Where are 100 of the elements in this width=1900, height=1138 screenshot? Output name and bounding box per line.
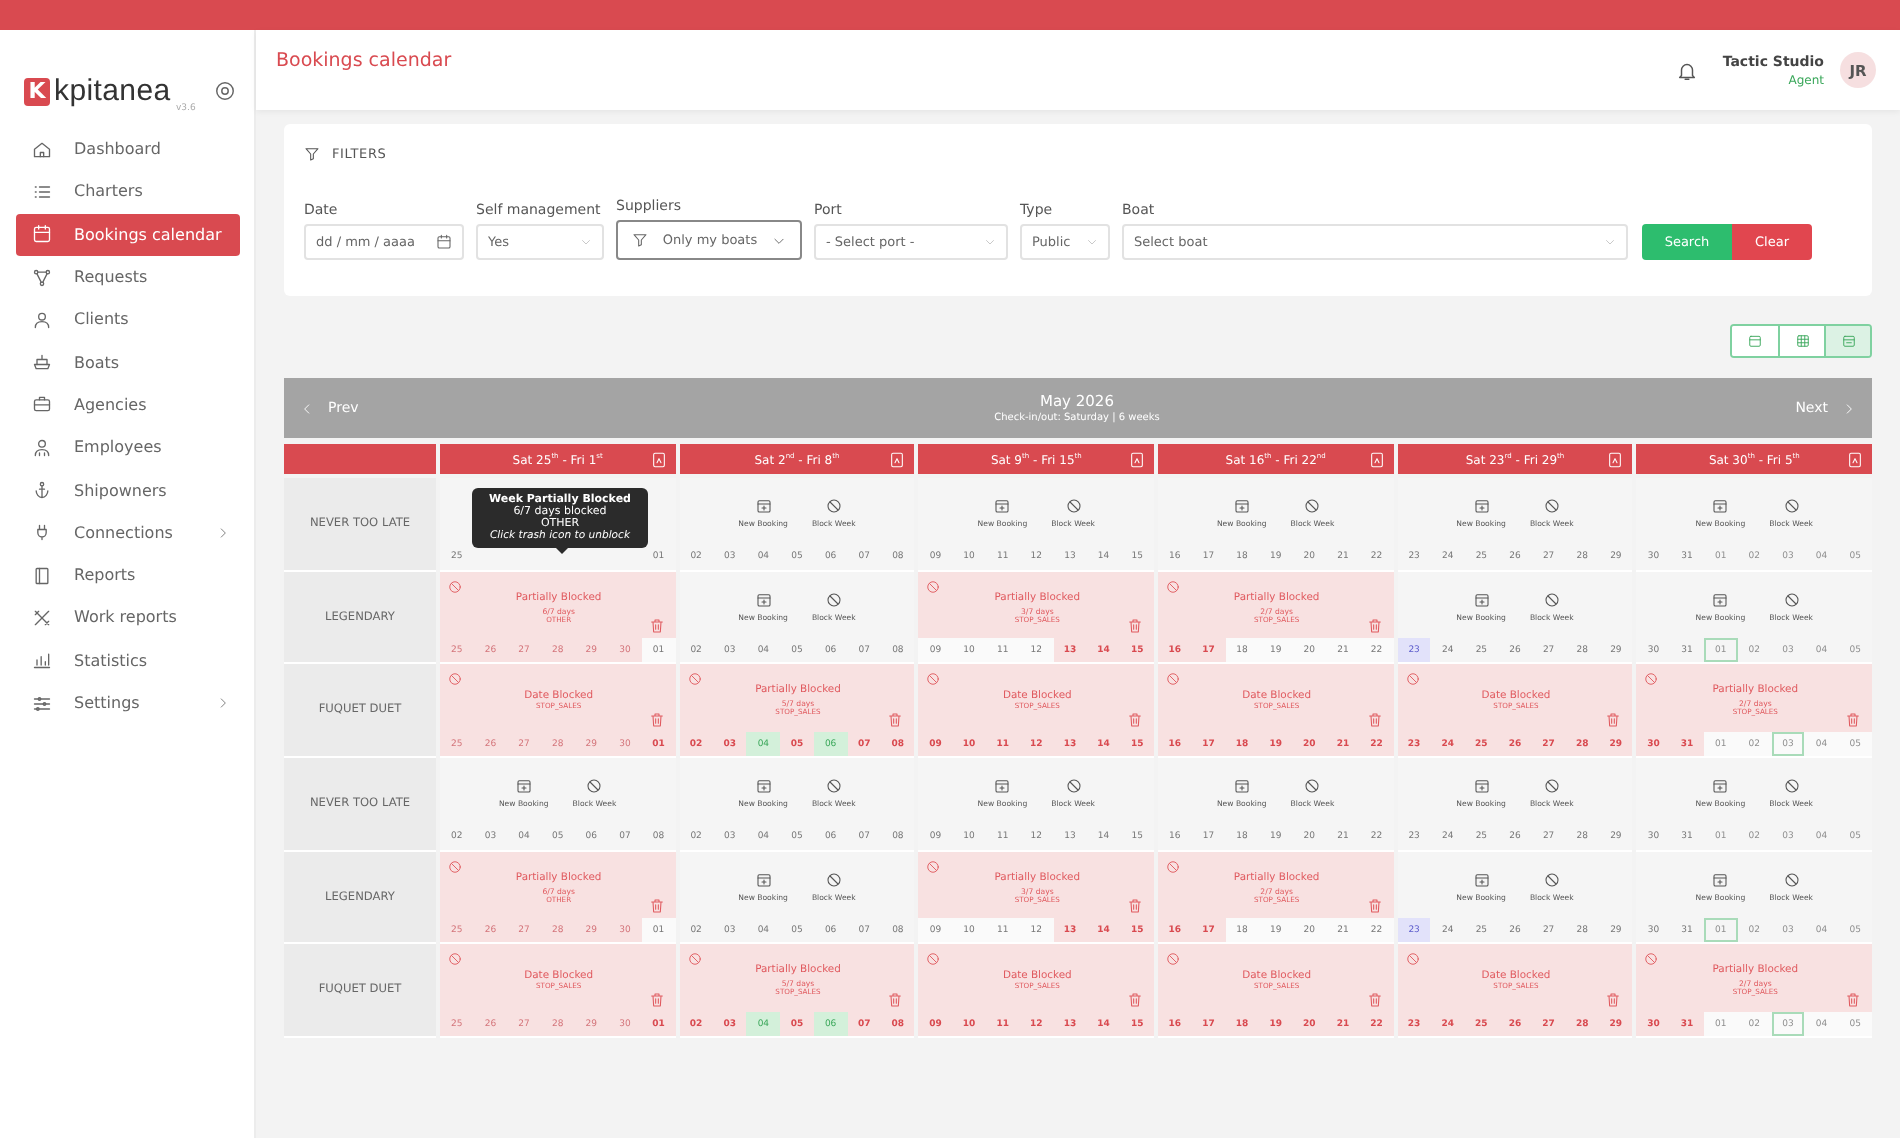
ban-icon: [586, 778, 603, 795]
filter-icon: [304, 146, 320, 162]
people-icon: [32, 437, 52, 458]
ban-icon: [825, 778, 842, 795]
chevron-right-icon: [216, 696, 230, 710]
ban-icon: [825, 592, 842, 609]
trash-icon[interactable]: [649, 618, 664, 635]
ban-icon: [448, 859, 462, 874]
view-toggle-button[interactable]: [1732, 326, 1778, 356]
trash-icon[interactable]: [1606, 992, 1621, 1009]
document-icon[interactable]: [651, 452, 666, 468]
document-icon[interactable]: [1608, 452, 1623, 468]
trash-icon[interactable]: [1127, 992, 1142, 1009]
trash-icon[interactable]: [1367, 618, 1382, 635]
briefcase-icon: [32, 394, 52, 415]
network-icon: [32, 267, 52, 288]
ban-icon: [448, 579, 462, 594]
ban-icon: [1644, 672, 1659, 687]
ban-icon: [1783, 778, 1800, 795]
document-icon: [32, 565, 52, 586]
person-icon: [32, 309, 52, 330]
bell-icon[interactable]: [1676, 59, 1699, 81]
logo-mark: K: [24, 77, 50, 105]
sidebar-item[interactable]: Settings: [16, 681, 240, 725]
view-toggle-button[interactable]: [1778, 326, 1824, 356]
chevron-down-icon: [580, 236, 592, 248]
document-icon[interactable]: [1129, 452, 1144, 468]
sidebar-item[interactable]: Reports: [16, 553, 240, 597]
ban-icon: [1543, 778, 1560, 795]
sidebar-item[interactable]: Charters: [16, 170, 240, 214]
calendar-icon: [32, 224, 52, 245]
ban-icon: [1165, 672, 1180, 687]
trash-icon[interactable]: [649, 712, 664, 729]
trash-icon[interactable]: [1367, 992, 1382, 1009]
ban-icon: [926, 859, 941, 874]
ban-icon: [687, 952, 702, 967]
trash-icon[interactable]: [1845, 992, 1860, 1009]
trash-icon[interactable]: [888, 712, 903, 729]
ban-icon: [1165, 952, 1180, 967]
trash-icon[interactable]: [1127, 898, 1142, 915]
calendar-plus-icon: [755, 778, 772, 795]
ban-icon: [1543, 498, 1560, 515]
sidebar-item[interactable]: Boats: [16, 340, 240, 384]
sidebar-item[interactable]: Requests: [16, 255, 240, 299]
trash-icon[interactable]: [888, 992, 903, 1009]
sidebar-item[interactable]: Employees: [16, 426, 240, 469]
trash-icon[interactable]: [1127, 618, 1142, 635]
ban-icon: [1065, 778, 1082, 795]
trash-icon[interactable]: [1127, 712, 1142, 729]
trash-icon[interactable]: [649, 992, 664, 1009]
logo-text: kpitanea: [54, 74, 171, 108]
ban-icon: [1783, 498, 1800, 515]
calendar-plus-icon: [1233, 778, 1250, 795]
calendar-plus-icon: [1712, 872, 1729, 889]
sidebar-item[interactable]: Dashboard: [16, 128, 240, 171]
calendar-plus-icon: [755, 592, 772, 609]
sidebar-item[interactable]: Agencies: [16, 383, 240, 427]
trash-icon[interactable]: [1367, 712, 1382, 729]
document-icon[interactable]: [890, 452, 905, 468]
sidebar-item[interactable]: Bookings calendar: [16, 213, 240, 256]
ban-icon: [448, 952, 462, 967]
chevron-left-icon: [300, 401, 314, 415]
calendar-plus-icon: [1233, 498, 1250, 515]
trash-icon[interactable]: [1367, 898, 1382, 915]
document-icon[interactable]: [1847, 452, 1862, 468]
ban-icon: [1304, 498, 1321, 515]
sidebar-item[interactable]: Shipowners: [16, 468, 240, 512]
calendar-plus-icon: [755, 498, 772, 515]
list-icon: [32, 181, 52, 202]
chevron-down-icon: [771, 233, 786, 247]
trash-icon[interactable]: [649, 898, 664, 915]
boat-icon: [32, 352, 52, 373]
chevron-down-icon: [984, 236, 996, 248]
sidebar-item[interactable]: Clients: [16, 298, 240, 341]
filter-icon: [632, 232, 649, 248]
target-icon[interactable]: [214, 80, 236, 102]
anchor-icon: [32, 480, 52, 501]
document-icon[interactable]: [1369, 452, 1384, 468]
ban-icon: [1065, 498, 1082, 515]
calendar-plus-icon: [1473, 592, 1490, 609]
sidebar-item[interactable]: Connections: [16, 511, 240, 554]
sidebar-item[interactable]: Statistics: [16, 639, 240, 682]
ban-icon: [926, 952, 941, 967]
ban-icon: [926, 579, 941, 594]
ban-icon: [448, 672, 462, 687]
trash-icon[interactable]: [1606, 712, 1621, 729]
page-title: Bookings calendar: [276, 49, 452, 71]
calendar-plus-icon: [1473, 778, 1490, 795]
sidebar-item[interactable]: Work reports: [16, 596, 240, 640]
chevron-right-icon: [1842, 401, 1856, 415]
plug-icon: [32, 522, 52, 543]
calendar-plus-icon: [1473, 872, 1490, 889]
sliders-icon: [32, 693, 52, 713]
calendar-icon: [1841, 334, 1855, 348]
calendar-plus-icon: [515, 778, 532, 795]
ban-icon: [1165, 859, 1180, 874]
calendar-icon: [1748, 334, 1762, 348]
trash-icon[interactable]: [1845, 712, 1860, 729]
ban-icon: [1405, 672, 1420, 687]
view-toggle-button[interactable]: [1824, 326, 1870, 356]
